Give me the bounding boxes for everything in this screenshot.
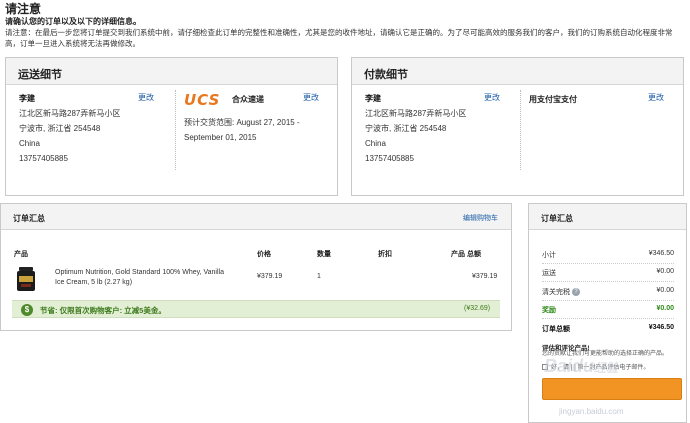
shipping-title: 运送细节	[6, 58, 337, 85]
product-image[interactable]	[16, 267, 36, 292]
side-summary-panel: 订单汇总 小计 ¥346.50 运送 ¥0.00 清关完税? ¥0.00 奖励 …	[528, 203, 687, 423]
divider	[542, 300, 674, 301]
delivery-estimate: 预计交货范围: August 27, 2015 - September 01, …	[184, 115, 334, 145]
billing-phone: 13757405885	[365, 154, 414, 163]
help-icon[interactable]: ?	[572, 288, 580, 297]
order-summary-panel: 订单汇总 编辑购物车 产品 价格 数量 折扣 产品 总额 Optimum Nut…	[0, 203, 512, 331]
billing-name: 李建	[365, 94, 381, 103]
watermark-suffix: 经验	[594, 361, 619, 375]
order-summary-title: 订单汇总	[1, 204, 511, 230]
col-qty: 数量	[317, 251, 331, 258]
col-product: 产品	[14, 251, 28, 258]
shipping-address: 李建 江北区新马路287弄新马小区 宁波市, 浙江省 254548 China …	[19, 91, 120, 166]
summary-row-value: ¥346.50	[648, 250, 674, 257]
reward-label: 奖励	[542, 307, 556, 314]
billing-line2: 宁波市, 浙江省 254548	[365, 124, 447, 133]
shipping-line1: 江北区新马路287弄新马小区	[19, 109, 121, 118]
place-order-button[interactable]	[542, 378, 682, 400]
total-label: 订单总额	[542, 326, 570, 333]
payment-method: 用支付宝支付	[529, 95, 577, 104]
billing-line1: 江北区新马路287弄新马小区	[365, 109, 467, 118]
shipping-country: China	[19, 139, 40, 148]
delivery-estimate-start: 预计交货范围: August 27, 2015 -	[184, 118, 300, 127]
product-name[interactable]: Optimum Nutrition, Gold Standard 100% Wh…	[55, 268, 245, 288]
edit-cart-link[interactable]: 编辑购物车	[463, 213, 498, 223]
summary-row: 清关完税? ¥0.00	[542, 287, 674, 297]
product-name-line1: Optimum Nutrition, Gold Standard 100% Wh…	[55, 269, 224, 276]
reward-row: 奖励 ¥0.00	[542, 305, 674, 315]
payment-method-edit-link[interactable]: 更改	[648, 92, 664, 103]
total-row: 订单总额 ¥346.50	[542, 324, 674, 334]
shipping-name: 李建	[19, 94, 35, 103]
watermark-url: jingyan.baidu.com	[559, 407, 624, 416]
divider	[542, 318, 674, 319]
shipping-address-edit-link[interactable]: 更改	[138, 92, 154, 103]
reward-value: ¥0.00	[656, 305, 674, 312]
product-qty: 1	[317, 273, 321, 280]
savings-label: 节省: 仅限首次购物客户: 立减5美金。	[40, 306, 166, 315]
payment-panel: 付款细节 李建 江北区新马路287弄新马小区 宁波市, 浙江省 254548 C…	[351, 57, 684, 196]
col-total: 产品 总额	[451, 251, 481, 258]
summary-row-label: 小计	[542, 252, 556, 259]
shipping-line2: 宁波市, 浙江省 254548	[19, 124, 101, 133]
notice-title: 请注意	[5, 2, 42, 16]
billing-address: 李建 江北区新马路287弄新马小区 宁波市, 浙江省 254548 China …	[365, 91, 466, 166]
dollar-icon: $	[21, 304, 33, 316]
shipping-phone: 13757405885	[19, 154, 68, 163]
summary-row: 运送 ¥0.00	[542, 268, 674, 278]
ucs-logo: UCS	[184, 91, 221, 109]
savings-amount: (¥32.69)	[464, 305, 491, 312]
watermark-brand: Baidu经验	[544, 356, 618, 377]
payment-title: 付款细节	[352, 58, 683, 85]
divider	[542, 263, 674, 264]
delivery-estimate-end: September 01, 2015	[184, 133, 257, 142]
divider	[175, 90, 176, 170]
divider	[520, 90, 521, 170]
col-discount: 折扣	[378, 251, 392, 258]
summary-row-label: 清关完税	[542, 289, 570, 296]
shipping-panel: 运送细节 李建 江北区新马路287弄新马小区 宁波市, 浙江省 254548 C…	[5, 57, 338, 196]
carrier-name: 合众速递	[232, 95, 264, 104]
summary-row-value: ¥0.00	[656, 268, 674, 275]
notice-subtitle: 请确认您的订单以及以下的详细信息。	[5, 17, 141, 26]
total-value: ¥346.50	[648, 324, 674, 331]
carrier-edit-link[interactable]: 更改	[303, 92, 319, 103]
savings-row: $ 节省: 仅限首次购物客户: 立减5美金。 (¥32.69)	[12, 300, 500, 318]
divider	[542, 281, 674, 282]
product-total: ¥379.19	[472, 273, 498, 280]
summary-row: 小计 ¥346.50	[542, 250, 674, 260]
notice-body: 请注意：在最后一步您将订单提交到我们系统中前，请仔细检查此订单的完整性和准确性，…	[5, 28, 673, 48]
billing-country: China	[365, 139, 386, 148]
side-summary-title: 订单汇总	[529, 204, 686, 230]
table-row: Optimum Nutrition, Gold Standard 100% Wh…	[1, 262, 511, 295]
product-name-line2: Ice Cream, 5 lb (2.27 kg)	[55, 279, 133, 286]
summary-row-value: ¥0.00	[656, 287, 674, 294]
watermark-brand-text: Baidu	[544, 356, 595, 376]
summary-row-label: 运送	[542, 270, 556, 277]
col-price: 价格	[257, 251, 271, 258]
product-price: ¥379.19	[257, 273, 283, 280]
billing-address-edit-link[interactable]: 更改	[484, 92, 500, 103]
